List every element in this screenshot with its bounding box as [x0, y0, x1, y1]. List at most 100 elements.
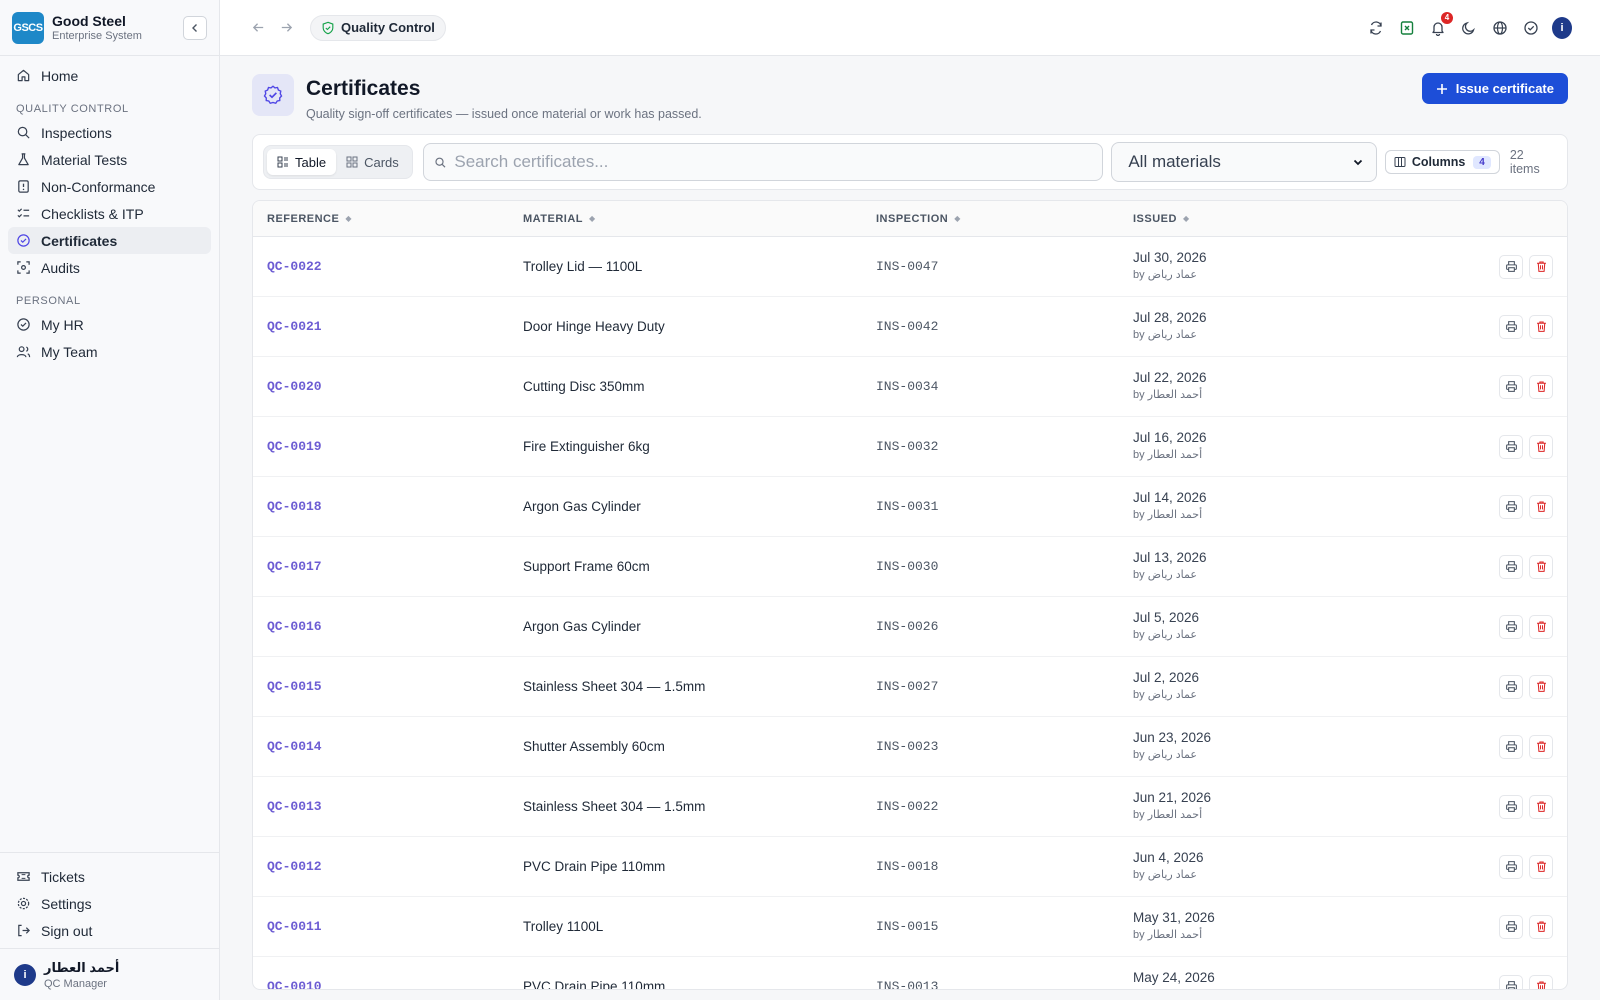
spreadsheet-button[interactable] — [1397, 18, 1417, 38]
delete-button[interactable] — [1529, 374, 1553, 399]
table-row[interactable]: QC-0017 Support Frame 60cm INS-0030 Jul 13,… — [253, 537, 1567, 597]
print-button[interactable] — [1499, 374, 1523, 399]
column-header-issued[interactable]: ISSUED ◆ — [1133, 213, 1190, 225]
table-row[interactable]: QC-0014 Shutter Assembly 60cm INS-0023 Jun … — [253, 717, 1567, 777]
table-row[interactable]: QC-0013 Stainless Sheet 304 — 1.5mm INS-00… — [253, 777, 1567, 837]
certificate-reference-link[interactable]: QC-0017 — [267, 559, 322, 574]
table-row[interactable]: QC-0015 Stainless Sheet 304 — 1.5mm INS-00… — [253, 657, 1567, 717]
print-button[interactable] — [1499, 674, 1523, 699]
sidebar-item-my-hr[interactable]: My HR — [8, 311, 211, 338]
brand-logo[interactable]: GSCS — [12, 11, 44, 44]
table-row[interactable]: QC-0022 Trolley Lid — 1100L INS-0047 Jul 30… — [253, 237, 1567, 297]
sidebar-item-audits[interactable]: Audits — [8, 254, 211, 281]
delete-button[interactable] — [1529, 314, 1553, 339]
delete-button[interactable] — [1529, 674, 1553, 699]
print-button[interactable] — [1499, 434, 1523, 459]
sidebar-item-settings[interactable]: Settings — [8, 890, 211, 917]
sidebar-item-certificates[interactable]: Certificates — [8, 227, 211, 254]
column-header-reference[interactable]: REFERENCE ◆ — [267, 213, 352, 225]
delete-button[interactable] — [1529, 614, 1553, 639]
refresh-button[interactable] — [1366, 18, 1386, 38]
certificate-reference-link[interactable]: QC-0019 — [267, 439, 322, 454]
print-button[interactable] — [1499, 734, 1523, 759]
print-button[interactable] — [1499, 254, 1523, 279]
material-filter-select[interactable]: All materials — [1111, 142, 1377, 182]
print-button[interactable] — [1499, 794, 1523, 819]
material-name: Trolley 1100L — [523, 919, 604, 934]
print-button[interactable] — [1499, 914, 1523, 939]
notifications-button[interactable]: 4 — [1428, 11, 1453, 38]
status-button[interactable] — [1521, 18, 1541, 38]
certificate-reference-link[interactable]: QC-0021 — [267, 319, 322, 334]
sidebar-item-inspections[interactable]: Inspections — [8, 119, 211, 146]
view-table-button[interactable]: Table — [267, 149, 337, 175]
breadcrumb[interactable]: Quality Control — [310, 14, 446, 41]
sidebar-item-label: My HR — [41, 316, 84, 333]
print-button[interactable] — [1499, 974, 1523, 989]
trash-icon — [1536, 381, 1546, 392]
delete-button[interactable] — [1529, 494, 1553, 519]
table-row[interactable]: QC-0021 Door Hinge Heavy Duty INS-0042 Jul … — [253, 297, 1567, 357]
delete-button[interactable] — [1529, 734, 1553, 759]
columns-label: Columns — [1411, 155, 1466, 169]
delete-button[interactable] — [1529, 914, 1553, 939]
print-button[interactable] — [1499, 614, 1523, 639]
sidebar-item-my-team[interactable]: My Team — [8, 338, 211, 365]
sidebar-item-checklists[interactable]: Checklists & ITP — [8, 200, 211, 227]
delete-button[interactable] — [1529, 254, 1553, 279]
row-actions — [1493, 974, 1553, 989]
certificate-reference-link[interactable]: QC-0018 — [267, 499, 322, 514]
certificate-reference-link[interactable]: QC-0015 — [267, 679, 322, 694]
print-button[interactable] — [1499, 554, 1523, 579]
current-user[interactable]: i أحمد العطار QC Manager — [0, 948, 219, 1000]
issued-cell: Jul 13, 2026 by عماد رياض — [1133, 550, 1207, 581]
columns-button[interactable]: Columns 4 — [1384, 150, 1500, 174]
table-row[interactable]: QC-0019 Fire Extinguisher 6kg INS-0032 Jul … — [253, 417, 1567, 477]
back-button[interactable] — [248, 18, 268, 38]
delete-button[interactable] — [1529, 434, 1553, 459]
row-actions — [1493, 854, 1553, 879]
delete-button[interactable] — [1529, 854, 1553, 879]
issued-by: by أحمد العطار — [1133, 389, 1203, 401]
language-button[interactable] — [1490, 18, 1510, 38]
delete-button[interactable] — [1529, 794, 1553, 819]
sidebar-item-non-conformance[interactable]: Non-Conformance — [8, 173, 211, 200]
certificate-reference-link[interactable]: QC-0020 — [267, 379, 322, 394]
grid-icon — [346, 156, 358, 168]
theme-toggle[interactable] — [1459, 18, 1479, 38]
material-name: Support Frame 60cm — [523, 559, 650, 574]
column-header-inspection[interactable]: INSPECTION ◆ — [876, 213, 961, 225]
shield-check-icon — [322, 21, 334, 34]
delete-button[interactable] — [1529, 974, 1553, 989]
issue-certificate-button[interactable]: Issue certificate — [1421, 73, 1568, 104]
sidebar-item-home[interactable]: Home — [8, 62, 211, 89]
issued-date: Jun 4, 2026 — [1133, 850, 1204, 865]
table-row[interactable]: QC-0018 Argon Gas Cylinder INS-0031 Jul 14,… — [253, 477, 1567, 537]
column-header-material[interactable]: MATERIAL ◆ — [523, 213, 596, 225]
certificate-reference-link[interactable]: QC-0014 — [267, 739, 322, 754]
certificate-reference-link[interactable]: QC-0012 — [267, 859, 322, 874]
search-input[interactable] — [454, 152, 1093, 172]
forward-button[interactable] — [276, 18, 296, 38]
print-button[interactable] — [1499, 494, 1523, 519]
print-button[interactable] — [1499, 854, 1523, 879]
table-row[interactable]: QC-0016 Argon Gas Cylinder INS-0026 Jul 5, … — [253, 597, 1567, 657]
certificate-reference-link[interactable]: QC-0022 — [267, 259, 322, 274]
table-row[interactable]: QC-0011 Trolley 1100L INS-0015 May 31, 2026… — [253, 897, 1567, 957]
print-button[interactable] — [1499, 314, 1523, 339]
collapse-sidebar-button[interactable] — [183, 16, 207, 40]
sidebar-item-sign-out[interactable]: Sign out — [8, 917, 211, 944]
view-cards-button[interactable]: Cards — [336, 149, 409, 175]
user-menu-button[interactable]: i — [1552, 16, 1572, 39]
certificate-reference-link[interactable]: QC-0011 — [267, 919, 322, 934]
certificate-reference-link[interactable]: QC-0016 — [267, 619, 322, 634]
delete-button[interactable] — [1529, 554, 1553, 579]
table-row[interactable]: QC-0010 PVC Drain Pipe 110mm INS-0013 May 2… — [253, 957, 1567, 989]
table-row[interactable]: QC-0020 Cutting Disc 350mm INS-0034 Jul 22,… — [253, 357, 1567, 417]
table-row[interactable]: QC-0012 PVC Drain Pipe 110mm INS-0018 Jun 4… — [253, 837, 1567, 897]
notification-badge: 4 — [1441, 11, 1453, 24]
certificate-reference-link[interactable]: QC-0010 — [267, 979, 322, 989]
sidebar-item-material-tests[interactable]: Material Tests — [8, 146, 211, 173]
sidebar-item-tickets[interactable]: Tickets — [8, 863, 211, 890]
certificate-reference-link[interactable]: QC-0013 — [267, 799, 322, 814]
